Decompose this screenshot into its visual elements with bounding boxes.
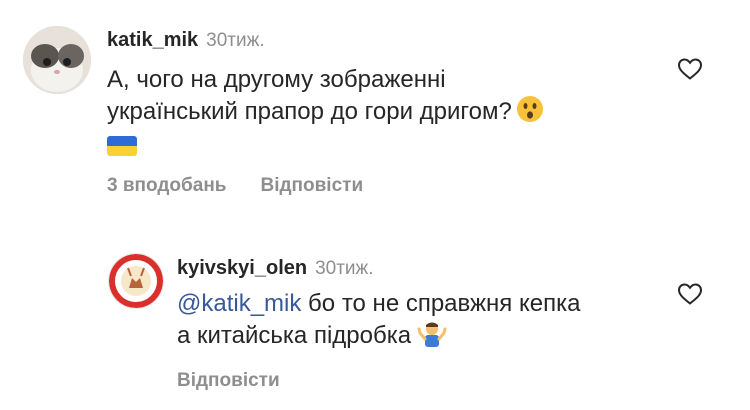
ukrainian-flag-icon bbox=[107, 135, 137, 156]
reply-line-2-text: а китайська підробка bbox=[177, 322, 412, 349]
username[interactable]: katik_mik bbox=[107, 29, 198, 51]
comment-actions: Відповісти bbox=[177, 370, 314, 392]
kitten-avatar-image bbox=[23, 26, 91, 94]
mention-link[interactable]: @katik_mik bbox=[177, 290, 301, 317]
heart-icon[interactable] bbox=[677, 282, 703, 306]
comment-line-2: український прапор до гори дригом? bbox=[107, 95, 667, 127]
heart-icon[interactable] bbox=[677, 57, 703, 81]
timestamp[interactable]: 30тиж. bbox=[206, 30, 264, 51]
comment-line-2-text: український прапор до гори дригом? bbox=[107, 98, 512, 125]
comment-text: @katik_mik бо то не справжня кепка а кит… bbox=[177, 288, 657, 351]
username[interactable]: kyivskyi_olen bbox=[177, 257, 307, 279]
avatar-katik-mik[interactable] bbox=[23, 26, 91, 94]
timestamp[interactable]: 30тиж. bbox=[315, 258, 373, 279]
reply-button[interactable]: Відповісти bbox=[177, 370, 280, 391]
deer-logo-avatar-image bbox=[109, 254, 163, 308]
reply-line-2: а китайська підробка bbox=[177, 319, 657, 351]
avatar-kyivskyi-olen[interactable] bbox=[108, 253, 164, 309]
reply-line-1-text: бо то не справжня кепка bbox=[301, 290, 581, 317]
likes-count[interactable]: 3 вподобань bbox=[107, 175, 226, 196]
hushed-face-emoji-icon bbox=[516, 96, 543, 122]
reply-button[interactable]: Відповісти bbox=[260, 175, 363, 196]
comment-line-1: А, чого на другому зображенні bbox=[107, 66, 446, 93]
comment-actions: 3 вподобань Відповісти bbox=[107, 175, 397, 197]
man-shrugging-emoji-icon bbox=[417, 322, 447, 347]
comment-text: А, чого на другому зображенні українськи… bbox=[107, 64, 667, 160]
reply-line-1: @katik_mik бо то не справжня кепка bbox=[177, 288, 657, 319]
